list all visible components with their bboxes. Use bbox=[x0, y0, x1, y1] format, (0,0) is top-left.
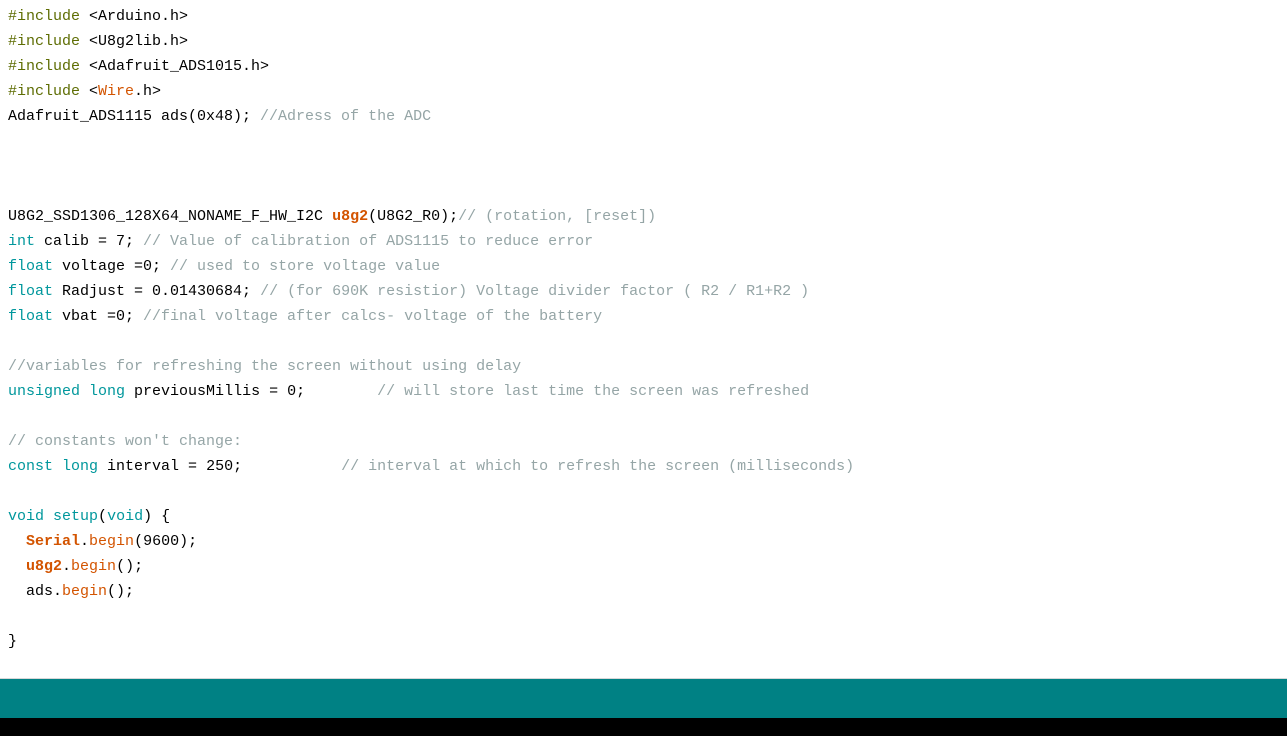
code-line[interactable] bbox=[8, 129, 1279, 154]
code-token: const bbox=[8, 458, 53, 475]
code-line[interactable]: int calib = 7; // Value of calibration o… bbox=[8, 229, 1279, 254]
code-token: //Adress of the ADC bbox=[260, 108, 431, 125]
code-token: previousMillis = 0; bbox=[125, 383, 377, 400]
code-token bbox=[8, 533, 26, 550]
code-token: //variables for refreshing the screen wi… bbox=[8, 358, 521, 375]
code-line[interactable] bbox=[8, 479, 1279, 504]
code-line[interactable] bbox=[8, 329, 1279, 354]
code-token: begin bbox=[71, 558, 116, 575]
code-token: // (rotation, [reset]) bbox=[458, 208, 656, 225]
code-token: (9600); bbox=[134, 533, 197, 550]
code-token: ads. bbox=[8, 583, 62, 600]
code-token bbox=[53, 458, 62, 475]
code-line[interactable]: float voltage =0; // used to store volta… bbox=[8, 254, 1279, 279]
code-token: long bbox=[89, 383, 125, 400]
code-token bbox=[44, 508, 53, 525]
code-token: (); bbox=[107, 583, 134, 600]
code-token: setup bbox=[53, 508, 98, 525]
code-token: vbat =0; bbox=[53, 308, 143, 325]
code-token: Wire bbox=[98, 83, 134, 100]
code-token: unsigned bbox=[8, 383, 80, 400]
code-token: // Value of calibration of ADS1115 to re… bbox=[143, 233, 593, 250]
code-token: u8g2 bbox=[26, 558, 62, 575]
code-token: Adafruit_ADS1115 ads(0x48); bbox=[8, 108, 260, 125]
code-token bbox=[8, 558, 26, 575]
code-line[interactable]: void setup(void) { bbox=[8, 504, 1279, 529]
code-line[interactable]: float vbat =0; //final voltage after cal… bbox=[8, 304, 1279, 329]
code-token: ) { bbox=[143, 508, 170, 525]
code-line[interactable]: float Radjust = 0.01430684; // (for 690K… bbox=[8, 279, 1279, 304]
code-token: <U8g2lib.h> bbox=[80, 33, 188, 50]
code-token: } bbox=[8, 633, 17, 650]
code-token: Serial bbox=[26, 533, 80, 550]
code-token: (U8G2_R0); bbox=[368, 208, 458, 225]
code-token: Radjust = 0.01430684; bbox=[53, 283, 260, 300]
code-token: U8G2_SSD1306_128X64_NONAME_F_HW_I2C bbox=[8, 208, 332, 225]
code-token: calib = 7; bbox=[35, 233, 143, 250]
code-token: . bbox=[80, 533, 89, 550]
status-bar bbox=[0, 679, 1287, 736]
code-token: int bbox=[8, 233, 35, 250]
code-token: float bbox=[8, 283, 53, 300]
code-token: // interval at which to refresh the scre… bbox=[341, 458, 854, 475]
code-line[interactable]: #include <Adafruit_ADS1015.h> bbox=[8, 54, 1279, 79]
code-token: // used to store voltage value bbox=[170, 258, 440, 275]
code-token: <Adafruit_ADS1015.h> bbox=[80, 58, 269, 75]
code-line[interactable]: //variables for refreshing the screen wi… bbox=[8, 354, 1279, 379]
code-line[interactable]: Adafruit_ADS1115 ads(0x48); //Adress of … bbox=[8, 104, 1279, 129]
code-token: (); bbox=[116, 558, 143, 575]
code-token bbox=[80, 383, 89, 400]
code-token: interval = 250; bbox=[98, 458, 341, 475]
message-area bbox=[0, 679, 1287, 718]
code-token: // will store last time the screen was r… bbox=[377, 383, 809, 400]
code-line[interactable]: #include <Wire.h> bbox=[8, 79, 1279, 104]
code-token: #include bbox=[8, 83, 80, 100]
code-token: void bbox=[107, 508, 143, 525]
code-token: voltage =0; bbox=[53, 258, 170, 275]
console-area bbox=[0, 718, 1287, 736]
code-token: // constants won't change: bbox=[8, 433, 242, 450]
code-token: begin bbox=[62, 583, 107, 600]
code-line[interactable]: // constants won't change: bbox=[8, 429, 1279, 454]
code-token: ( bbox=[98, 508, 107, 525]
code-line[interactable] bbox=[8, 604, 1279, 629]
code-line[interactable] bbox=[8, 154, 1279, 179]
code-line[interactable]: #include <U8g2lib.h> bbox=[8, 29, 1279, 54]
code-line[interactable]: Serial.begin(9600); bbox=[8, 529, 1279, 554]
code-token: #include bbox=[8, 8, 80, 25]
code-line[interactable]: #include <Arduino.h> bbox=[8, 4, 1279, 29]
code-token: float bbox=[8, 258, 53, 275]
code-token: u8g2 bbox=[332, 208, 368, 225]
code-token: < bbox=[80, 83, 98, 100]
code-token: #include bbox=[8, 33, 80, 50]
code-line[interactable]: U8G2_SSD1306_128X64_NONAME_F_HW_I2C u8g2… bbox=[8, 204, 1279, 229]
code-token: <Arduino.h> bbox=[80, 8, 188, 25]
code-line[interactable]: ads.begin(); bbox=[8, 579, 1279, 604]
code-token: void bbox=[8, 508, 44, 525]
code-token: // (for 690K resistior) Voltage divider … bbox=[260, 283, 809, 300]
code-line[interactable]: unsigned long previousMillis = 0; // wil… bbox=[8, 379, 1279, 404]
code-line[interactable] bbox=[8, 404, 1279, 429]
code-token: . bbox=[62, 558, 71, 575]
code-token: long bbox=[62, 458, 98, 475]
code-line[interactable]: u8g2.begin(); bbox=[8, 554, 1279, 579]
code-token: #include bbox=[8, 58, 80, 75]
code-editor[interactable]: #include <Arduino.h>#include <U8g2lib.h>… bbox=[0, 0, 1287, 670]
code-line[interactable]: } bbox=[8, 629, 1279, 654]
code-line[interactable] bbox=[8, 179, 1279, 204]
code-line[interactable]: const long interval = 250; // interval a… bbox=[8, 454, 1279, 479]
code-token: .h> bbox=[134, 83, 161, 100]
code-token: //final voltage after calcs- voltage of … bbox=[143, 308, 602, 325]
code-token: begin bbox=[89, 533, 134, 550]
code-token: float bbox=[8, 308, 53, 325]
